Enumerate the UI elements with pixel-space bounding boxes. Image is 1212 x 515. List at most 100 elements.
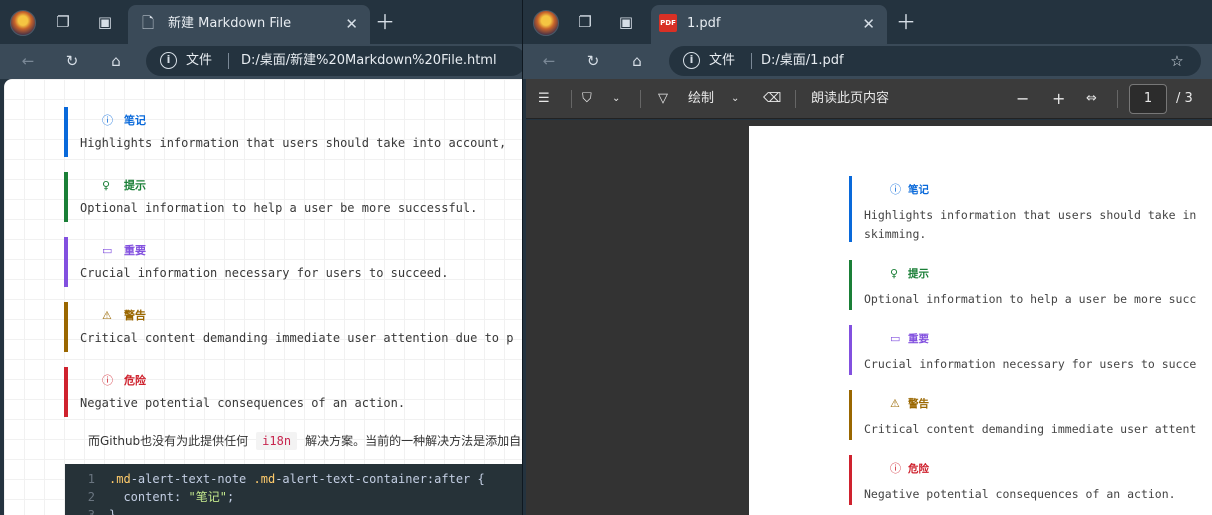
tab-actions-icon[interactable]: ▣ <box>95 12 115 32</box>
refresh-icon[interactable]: ↻ <box>62 51 82 71</box>
home-icon[interactable]: ⌂ <box>106 51 126 71</box>
address-bar[interactable]: i 文件 D:/桌面/新建%20Markdown%20File.html <box>146 46 522 76</box>
address-separator <box>228 53 229 69</box>
eraser-icon[interactable]: ⌫ <box>763 89 781 109</box>
fit-width-icon[interactable]: ⇔ <box>1086 89 1097 109</box>
alert-text: Highlights information that users should… <box>80 136 507 150</box>
toolbar-separator <box>571 90 572 108</box>
workspaces-icon[interactable]: ❐ <box>53 12 73 32</box>
back-icon[interactable]: ← <box>539 51 559 71</box>
pdf-toolbar: ☰ ⛉ ⌄ ▽ 绘制 ⌄ ⌫ 朗读此页内容 − + ⇔ 1 / 3 <box>526 79 1212 119</box>
code-token: .md <box>253 472 276 486</box>
alert-title: 提示 <box>124 179 146 192</box>
stop-icon: ⓘ <box>890 462 901 475</box>
address-scheme-label: 文件 <box>709 53 736 68</box>
code-block[interactable]: 1 .md-alert-text-note .md-alert-text-con… <box>65 464 522 515</box>
tab-pdf-file[interactable]: PDF 1.pdf ✕ <box>651 5 887 44</box>
tab-bar: ❐ ▣ PDF 1.pdf ✕ ＋ <box>523 0 1212 44</box>
address-separator <box>751 53 752 69</box>
alert-text: Optional information to help a user be m… <box>80 201 478 215</box>
back-icon[interactable]: ← <box>18 51 38 71</box>
code-token: -alert-text-note <box>130 472 254 486</box>
alert-text: Critical content demanding immediate use… <box>80 331 514 345</box>
profile-avatar[interactable] <box>10 10 36 36</box>
alert-text: Crucial information necessary for users … <box>80 266 449 280</box>
highlight-icon[interactable]: ⛉ <box>582 89 592 109</box>
alert-text: Highlights information that users should… <box>864 208 1197 222</box>
comment-icon: ▭ <box>890 332 901 345</box>
file-icon: 🗋 <box>141 14 155 32</box>
markdown-preview: ⓘ 笔记 Highlights information that users s… <box>4 79 522 515</box>
alert-text-continued: skimming. <box>864 227 927 241</box>
tab-title: 1.pdf <box>687 16 721 31</box>
toolbar-separator <box>795 90 796 108</box>
info-icon[interactable]: i <box>160 52 177 69</box>
lightbulb-icon: ♀ <box>102 179 111 192</box>
address-toolbar: ← ↻ ⌂ i 文件 D:/桌面/1.pdf ☆ <box>523 44 1212 79</box>
address-toolbar: ← ↻ ⌂ i 文件 D:/桌面/新建%20Markdown%20File.ht… <box>0 44 522 79</box>
tab-bar: ❐ ▣ 🗋 新建 Markdown File ✕ ＋ <box>0 0 522 44</box>
alert-text: Critical content demanding immediate use… <box>864 422 1197 436</box>
paragraph: 而Github也没有为此提供任何 i18n 解决方案。当前的一种解决方法是添加自 <box>88 432 521 450</box>
page-number-input[interactable]: 1 <box>1129 84 1167 114</box>
paragraph-text: 而Github也没有为此提供任何 <box>88 434 249 448</box>
info-icon: ⓘ <box>890 183 901 196</box>
warning-icon: ⚠ <box>102 309 112 322</box>
address-url: D:/桌面/1.pdf <box>761 53 844 68</box>
line-number: 3 <box>87 508 95 515</box>
refresh-icon[interactable]: ↻ <box>583 51 603 71</box>
draw-button[interactable]: 绘制 <box>688 89 714 109</box>
alert-caution: ⓘ 危险 Negative potential consequences of … <box>64 367 522 417</box>
alert-text: Negative potential consequences of an ac… <box>864 487 1176 501</box>
new-tab-icon[interactable]: ＋ <box>896 12 916 32</box>
zoom-in-icon[interactable]: + <box>1052 89 1065 109</box>
toolbar-separator <box>640 90 641 108</box>
paragraph-text: 解决方案。当前的一种解决方法是添加自 <box>305 434 522 448</box>
code-token: "笔记" <box>188 490 227 504</box>
code-token: -alert-text-container:after { <box>275 472 485 486</box>
alert-note: ⓘ 笔记 Highlights information that users s… <box>849 176 1212 242</box>
contents-list-icon[interactable]: ☰ <box>538 89 550 109</box>
new-tab-icon[interactable]: ＋ <box>375 12 395 32</box>
left-browser-window: ❐ ▣ 🗋 新建 Markdown File ✕ ＋ ← ↻ ⌂ i 文件 D:… <box>0 0 522 515</box>
alert-important: ▭ 重要 Crucial information necessary for u… <box>849 325 1212 375</box>
warning-icon: ⚠ <box>890 397 900 410</box>
close-tab-icon[interactable]: ✕ <box>345 14 358 34</box>
zoom-out-icon[interactable]: − <box>1016 89 1029 109</box>
alert-warning: ⚠ 警告 Critical content demanding immediat… <box>64 302 522 352</box>
code-line: 1 .md-alert-text-note .md-alert-text-con… <box>65 470 522 488</box>
profile-avatar[interactable] <box>533 10 559 36</box>
line-number: 2 <box>87 490 95 504</box>
alert-title: 警告 <box>908 398 929 410</box>
alert-tip: ♀ 提示 Optional information to help a user… <box>849 260 1212 310</box>
info-icon[interactable]: i <box>683 52 700 69</box>
pdf-page: ⓘ 笔记 Highlights information that users s… <box>749 126 1212 515</box>
draw-icon[interactable]: ▽ <box>658 89 668 109</box>
read-aloud-button[interactable]: 朗读此页内容 <box>811 89 889 109</box>
favorite-star-icon[interactable]: ☆ <box>1167 51 1187 71</box>
alert-title: 笔记 <box>124 114 146 127</box>
tab-markdown-file[interactable]: 🗋 新建 Markdown File ✕ <box>128 5 370 44</box>
home-icon[interactable]: ⌂ <box>627 51 647 71</box>
alert-text: Optional information to help a user be m… <box>864 292 1197 306</box>
alert-tip: ♀ 提示 Optional information to help a user… <box>64 172 522 222</box>
alert-title: 危险 <box>908 463 929 475</box>
close-tab-icon[interactable]: ✕ <box>862 14 875 34</box>
comment-icon: ▭ <box>102 244 113 257</box>
stop-icon: ⓘ <box>102 374 113 387</box>
tab-title: 新建 Markdown File <box>168 16 292 31</box>
code-token: ; <box>226 490 235 504</box>
workspaces-icon[interactable]: ❐ <box>575 12 595 32</box>
address-bar[interactable]: i 文件 D:/桌面/1.pdf ☆ <box>669 46 1201 76</box>
alert-text: Crucial information necessary for users … <box>864 357 1197 371</box>
chevron-down-icon[interactable]: ⌄ <box>612 89 620 109</box>
address-url: D:/桌面/新建%20Markdown%20File.html <box>241 53 497 68</box>
alert-title: 提示 <box>908 268 929 280</box>
alert-warning: ⚠ 警告 Critical content demanding immediat… <box>849 390 1212 440</box>
alert-title: 重要 <box>124 244 146 257</box>
pdf-file-icon: PDF <box>659 14 677 32</box>
tab-actions-icon[interactable]: ▣ <box>616 12 636 32</box>
pdf-viewer[interactable]: ⓘ 笔记 Highlights information that users s… <box>526 120 1212 515</box>
code-token: content: <box>109 490 189 504</box>
chevron-down-icon[interactable]: ⌄ <box>731 89 739 109</box>
